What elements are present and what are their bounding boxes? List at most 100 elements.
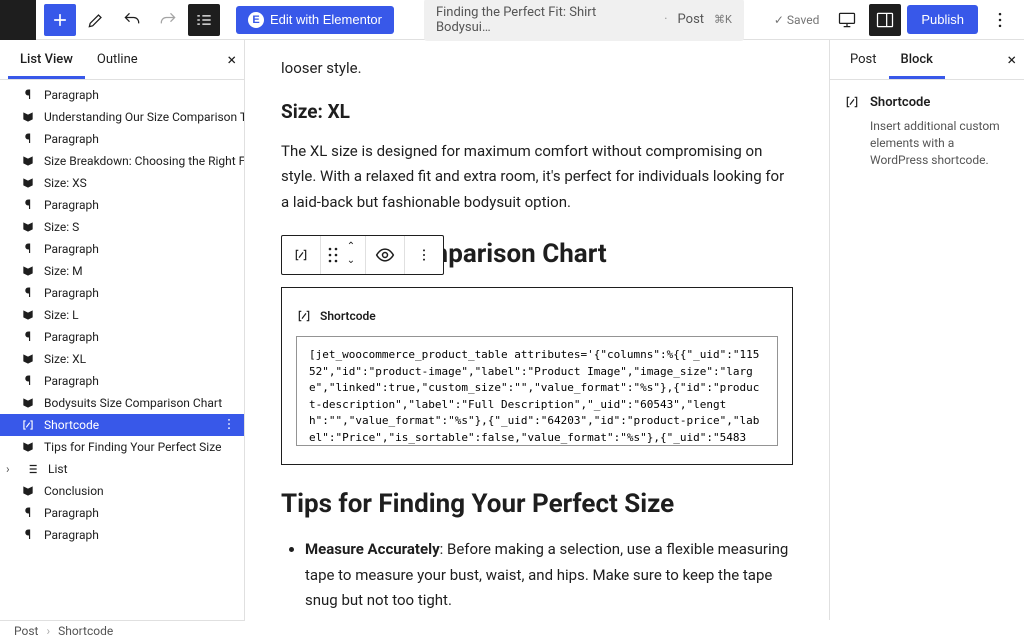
breadcrumb-root[interactable]: Post [14, 624, 38, 638]
list-item-understanding-our-size-comparison-table[interactable]: Understanding Our Size Comparison Table [0, 106, 244, 128]
item-label: Paragraph [44, 132, 99, 146]
move-down-button[interactable]: ⌄ [341, 255, 361, 269]
item-label: Paragraph [44, 528, 99, 542]
item-label: Understanding Our Size Comparison Table [44, 110, 244, 124]
item-label: Paragraph [44, 506, 99, 520]
list-item-paragraph[interactable]: ¶ Paragraph [0, 238, 244, 260]
block-name: Shortcode [870, 95, 930, 110]
list-item-size-m[interactable]: Size: M [0, 260, 244, 282]
list-item-shortcode[interactable]: Shortcode [0, 414, 244, 436]
heading-block[interactable]: Size: XL [281, 100, 793, 123]
list-item-size-s[interactable]: Size: S [0, 216, 244, 238]
redo-button[interactable] [152, 4, 184, 36]
drag-handle[interactable] [325, 240, 341, 270]
tab-listview[interactable]: List View [8, 40, 85, 79]
undo-button[interactable] [116, 4, 148, 36]
para-icon: ¶ [20, 505, 36, 521]
list-item-paragraph[interactable]: ¶ Paragraph [0, 194, 244, 216]
options-button[interactable] [984, 4, 1016, 36]
block-description: Insert additional custom elements with a… [870, 118, 1010, 168]
block-toolbar: ⌃ ⌄ [281, 235, 444, 275]
para-icon: ¶ [20, 329, 36, 345]
heading-icon [20, 439, 36, 455]
list-item-paragraph[interactable]: ¶Paragraph [0, 370, 244, 392]
listview-toggle-button[interactable] [188, 4, 220, 36]
item-label: Paragraph [44, 242, 99, 256]
edit-with-elementor-button[interactable]: E Edit with Elementor [236, 6, 394, 34]
document-title-bar[interactable]: Finding the Perfect Fit: Shirt Bodysui… … [424, 0, 744, 41]
list-item-paragraph[interactable]: ¶ Paragraph [0, 326, 244, 348]
list-item-size-l[interactable]: Size: L [0, 304, 244, 326]
item-options-button[interactable] [222, 417, 236, 434]
block-list[interactable]: ¶ Paragraph Understanding Our Size Compari… [0, 80, 244, 620]
breadcrumb[interactable]: Post › Shortcode [0, 620, 245, 640]
close-listview-button[interactable]: × [227, 50, 236, 69]
move-up-button[interactable]: ⌃ [341, 241, 361, 255]
item-label: Size Breakdown: Choosing the Right Fit [44, 154, 244, 168]
editor-canvas[interactable]: looser style. Size: XL The XL size is de… [245, 40, 829, 620]
list-item-tips-for-finding-your-perfect-size[interactable]: Tips for Finding Your Perfect Size [0, 436, 244, 458]
tab-block[interactable]: Block [889, 40, 945, 79]
tab-outline[interactable]: Outline [85, 40, 150, 79]
shortcode-icon [844, 94, 860, 110]
add-block-button[interactable] [44, 4, 76, 36]
item-label: Paragraph [44, 374, 99, 388]
paragraph-block[interactable]: The XL size is designed for maximum comf… [281, 139, 793, 216]
heading-icon [20, 351, 36, 367]
list-item-size-xl[interactable]: Size: XL [0, 348, 244, 370]
elementor-icon: E [248, 12, 264, 28]
heading-icon [20, 483, 36, 499]
item-label: Conclusion [44, 484, 104, 498]
list-item-size-xs[interactable]: Size: XS [0, 172, 244, 194]
heading-icon [20, 175, 36, 191]
list-item-paragraph[interactable]: ¶Paragraph [0, 524, 244, 546]
heading-block[interactable]: Tips for Finding Your Perfect Size [281, 489, 793, 519]
item-label: Size: M [44, 264, 83, 278]
para-icon: ¶ [20, 87, 36, 103]
document-type: Post [678, 12, 705, 27]
list-item[interactable]: Fit Preference: Consider how you prefer … [305, 620, 793, 621]
item-label: Size: S [44, 220, 79, 234]
block-options-button[interactable] [409, 240, 439, 270]
heading-icon [20, 109, 36, 125]
sidebar-toggle-button[interactable] [869, 4, 901, 36]
list-item-paragraph[interactable]: ¶Paragraph [0, 84, 244, 106]
breadcrumb-current[interactable]: Shortcode [58, 624, 113, 638]
item-label: Size: XS [44, 176, 87, 190]
item-label: Paragraph [44, 286, 99, 300]
para-icon: ¶ [20, 285, 36, 301]
publish-button[interactable]: Publish [907, 5, 978, 34]
wp-logo[interactable] [0, 0, 36, 40]
list-item[interactable]: Measure Accurately: Before making a sele… [305, 537, 793, 614]
list-item-list[interactable]: › List [0, 458, 244, 480]
close-settings-button[interactable]: × [1007, 50, 1016, 69]
item-label: List [48, 462, 68, 476]
shortcode-icon [20, 417, 36, 433]
list-block[interactable]: Measure Accurately: Before making a sele… [281, 537, 793, 620]
list-item-paragraph[interactable]: ¶ Paragraph [0, 502, 244, 524]
tab-post[interactable]: Post [838, 40, 889, 79]
list-item-paragraph[interactable]: ¶ Paragraph [0, 282, 244, 304]
item-label: Paragraph [44, 198, 99, 212]
saved-status: Saved [774, 13, 819, 27]
heading-block[interactable]: omparison Chart [411, 239, 793, 269]
edit-mode-button[interactable] [80, 4, 112, 36]
para-icon: ¶ [20, 197, 36, 213]
block-type-icon[interactable] [286, 240, 316, 270]
paragraph-block[interactable]: looser style. [281, 56, 793, 82]
list-item-size-breakdown-choosing-the-right-fit[interactable]: Size Breakdown: Choosing the Right Fit [0, 150, 244, 172]
elementor-label: Edit with Elementor [270, 12, 382, 27]
heading-icon [20, 263, 36, 279]
list-item-paragraph[interactable]: ¶Paragraph [0, 128, 244, 150]
list-item-bodysuits-size-comparison-chart[interactable]: Bodysuits Size Comparison Chart [0, 392, 244, 414]
shortcode-block[interactable]: Shortcode [281, 287, 793, 465]
shortcode-input[interactable] [296, 336, 778, 446]
preview-button[interactable] [370, 240, 400, 270]
list-item-conclusion[interactable]: Conclusion [0, 480, 244, 502]
item-label: Shortcode [44, 418, 99, 432]
desktop-preview-button[interactable] [831, 4, 863, 36]
item-label: Paragraph [44, 330, 99, 344]
para-icon: ¶ [20, 241, 36, 257]
chevron-right-icon[interactable]: › [6, 462, 16, 476]
heading-icon [20, 219, 36, 235]
